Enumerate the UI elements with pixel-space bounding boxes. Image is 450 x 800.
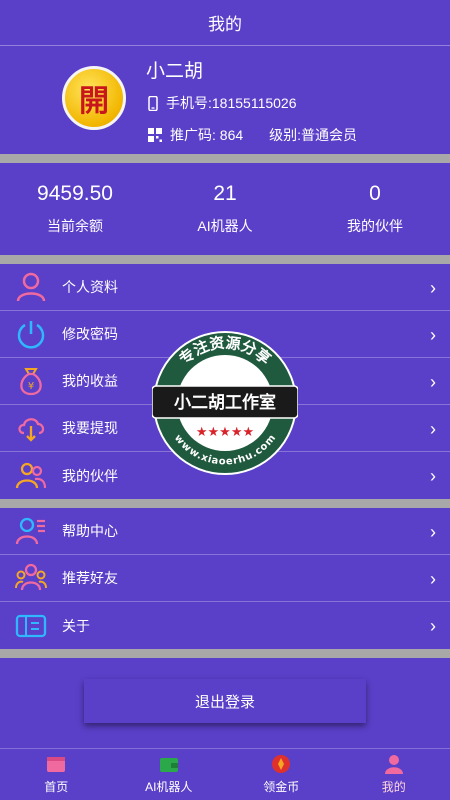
profile-icon: [383, 754, 405, 774]
menu-label: 推荐好友: [62, 570, 118, 586]
power-icon: [14, 317, 48, 351]
menu-label: 我要提现: [62, 420, 118, 436]
page-header: 我的: [0, 0, 450, 46]
menu-label: 关于: [62, 617, 90, 634]
menu-item-earnings[interactable]: ¥ 我的收益 ›: [0, 358, 450, 405]
tab-label: 我的: [381, 780, 406, 794]
bottom-tab-bar: 首页 AI机器人 领金币 我的: [0, 748, 450, 800]
cloud-download-icon: [14, 411, 48, 445]
stat-label: AI机器人: [197, 218, 253, 234]
stat-value: 21: [213, 182, 237, 205]
logout-button[interactable]: 退出登录: [84, 679, 366, 723]
chevron-right-icon: ›: [430, 325, 436, 345]
page-title: 我的: [208, 15, 242, 34]
level-value: 普通会员: [301, 127, 358, 143]
profile-name: 小二胡: [146, 61, 204, 82]
menu-label: 个人资料: [62, 279, 118, 295]
promo-code: 864: [219, 127, 244, 143]
stat-value: 0: [369, 182, 381, 205]
chevron-right-icon: ›: [430, 278, 436, 298]
about-icon: [14, 609, 48, 643]
separator: [0, 255, 450, 264]
svg-text:¥: ¥: [28, 381, 34, 392]
recommend-icon: [14, 561, 48, 595]
tab-ai-robot[interactable]: AI机器人: [113, 749, 226, 800]
chevron-right-icon: ›: [430, 372, 436, 392]
tab-label: 首页: [44, 780, 69, 794]
tab-coins[interactable]: 领金币: [225, 749, 338, 800]
stat-partners[interactable]: 0 我的伙伴: [300, 163, 450, 255]
menu-item-help[interactable]: 帮助中心 ›: [0, 508, 450, 555]
stat-label: 当前余额: [47, 218, 103, 234]
coin-icon: [270, 754, 292, 774]
stat-label: 我的伙伴: [347, 218, 403, 234]
menu-item-about[interactable]: 关于 ›: [0, 602, 450, 649]
chevron-right-icon: ›: [430, 522, 436, 542]
phone-row: 手机号:18155115026: [148, 93, 297, 113]
phone-value: 18155115026: [211, 95, 297, 111]
menu-item-profile[interactable]: 个人资料 ›: [0, 264, 450, 311]
menu-item-recommend[interactable]: 推荐好友 ›: [0, 555, 450, 602]
chevron-right-icon: ›: [430, 419, 436, 439]
phone-icon: [148, 95, 158, 111]
wallet-icon: [158, 754, 180, 774]
tab-label: 领金币: [263, 780, 300, 794]
level-label: 级别:: [269, 127, 302, 143]
menu-label: 帮助中心: [62, 523, 118, 539]
menu-group-1: 个人资料 › 修改密码 › ¥ 我的收益 › 我要提现 › 我的伙伴 ›: [0, 264, 450, 499]
tab-label: AI机器人: [145, 780, 193, 794]
menu-item-change-password[interactable]: 修改密码 ›: [0, 311, 450, 358]
logout-area: 退出登录: [0, 658, 450, 744]
avatar[interactable]: 開: [62, 66, 126, 130]
separator: [0, 154, 450, 163]
promo-row: 推广码: 864 级别:普通会员: [148, 125, 357, 145]
phone-label: 手机号:: [166, 95, 212, 111]
menu-label: 我的伙伴: [62, 467, 118, 484]
chevron-right-icon: ›: [430, 466, 436, 486]
user-icon: [14, 270, 48, 304]
stat-value: 9459.50: [37, 182, 113, 205]
chevron-right-icon: ›: [430, 616, 436, 636]
tab-home[interactable]: 首页: [0, 749, 113, 800]
stats-row: 9459.50 当前余额 21 AI机器人 0 我的伙伴: [0, 163, 450, 255]
home-icon: [45, 754, 67, 774]
tab-mine[interactable]: 我的: [338, 749, 450, 800]
money-bag-icon: ¥: [14, 364, 48, 398]
menu-group-2: 帮助中心 › 推荐好友 › 关于 ›: [0, 508, 450, 649]
menu-item-withdraw[interactable]: 我要提现 ›: [0, 405, 450, 452]
help-icon: [14, 514, 48, 548]
menu-label: 修改密码: [62, 326, 118, 342]
qrcode-icon: [148, 128, 162, 142]
menu-item-partners[interactable]: 我的伙伴 ›: [0, 452, 450, 499]
promo-label: 推广码:: [170, 127, 216, 143]
profile-card: 開 小二胡 手机号:18155115026 推广码: 864 级别:普通会员: [0, 46, 450, 154]
stat-balance[interactable]: 9459.50 当前余额: [0, 163, 150, 255]
menu-label: 我的收益: [62, 373, 118, 389]
chevron-right-icon: ›: [430, 569, 436, 589]
stat-robots[interactable]: 21 AI机器人: [150, 163, 300, 255]
separator: [0, 499, 450, 508]
separator: [0, 649, 450, 658]
partners-icon: [14, 459, 48, 493]
avatar-char: 開: [79, 84, 109, 119]
